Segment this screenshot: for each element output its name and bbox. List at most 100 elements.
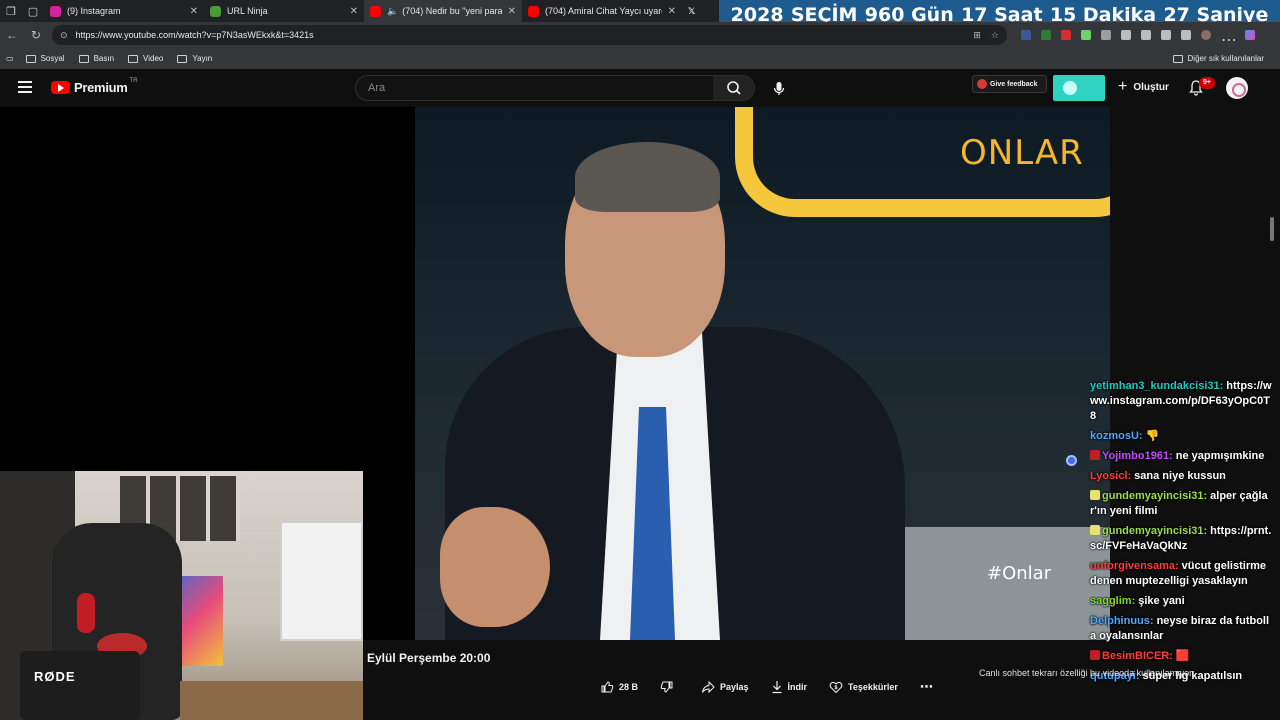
share-button[interactable]: Paylaş — [701, 680, 749, 694]
create-button[interactable]: + Oluştur — [1118, 78, 1169, 96]
more-menu-icon[interactable]: ⋯ — [1221, 30, 1237, 49]
profile-avatar-icon[interactable] — [1201, 30, 1211, 40]
chat-message: gundemyayincisi31: alper çağlar'ın yeni f… — [1087, 488, 1277, 523]
bookmark-folder-sosyal[interactable]: Sosyal — [25, 54, 65, 63]
extension-icon[interactable] — [1101, 30, 1111, 40]
search-button[interactable] — [713, 75, 755, 101]
youtube-premium-logo[interactable]: Premium TR — [51, 78, 138, 95]
reload-icon[interactable]: ↻ — [24, 28, 48, 42]
chat-author[interactable]: BesimBICER: — [1102, 650, 1173, 662]
folder-icon — [78, 54, 89, 63]
overlay-indicator-icon[interactable] — [1066, 455, 1077, 466]
presenter-hair — [575, 142, 720, 212]
browser-tab-x[interactable]: 𝕏 — [682, 0, 700, 22]
favorites-icon[interactable] — [1141, 30, 1151, 40]
url-ninja-favicon-icon — [210, 5, 221, 17]
notifications-count-badge: 9+ — [1199, 77, 1215, 89]
webcam-overlay: RØDE — [0, 471, 363, 720]
bookmark-folder-basin[interactable]: Basın — [78, 54, 114, 63]
shield-icon[interactable] — [1181, 30, 1191, 40]
chat-author[interactable]: unforgivensama: — [1090, 560, 1179, 572]
folder-icon — [128, 54, 139, 63]
youtube-favicon-icon — [528, 5, 539, 17]
collections-icon[interactable] — [1161, 30, 1171, 40]
app-install-icon[interactable]: ⊞ — [973, 30, 981, 41]
chat-author[interactable]: sagglim: — [1090, 595, 1135, 607]
extension-toggle-button[interactable] — [1053, 75, 1105, 101]
extension-icon[interactable] — [1021, 30, 1031, 40]
dislike-button[interactable] — [660, 680, 679, 694]
chat-badge-icon — [1090, 650, 1100, 660]
chat-author[interactable]: Yojimbo1961: — [1102, 450, 1173, 462]
browser-tab-youtube-2[interactable]: (704) Amiral Cihat Yaycı uyardı: T ✕ — [522, 0, 682, 22]
address-bar[interactable]: ⊙ https://www.youtube.com/watch?v=p7N3as… — [52, 25, 1007, 45]
browser-tab-youtube-active[interactable]: 🔈 (704) Nedir bu "yeni paralel ✕ — [364, 0, 522, 22]
close-tab-icon[interactable]: ✕ — [668, 6, 676, 17]
chat-message: Delphinuus: neyse biraz da futbolla oyala… — [1087, 613, 1277, 648]
extension-icon[interactable] — [1081, 30, 1091, 40]
browser-tab-url-ninja[interactable]: URL Ninja ✕ — [204, 0, 364, 22]
chat-message: yetimhan3_kundakcisi31: https://www.insta… — [1087, 378, 1277, 428]
bookmark-folder-yayin[interactable]: Yayın — [177, 54, 212, 63]
search-box — [355, 75, 714, 101]
extension-icon[interactable] — [1061, 30, 1071, 40]
folder-icon — [25, 54, 36, 63]
close-tab-icon[interactable]: ✕ — [350, 6, 358, 17]
chat-text: 👎 — [1145, 430, 1160, 442]
account-avatar[interactable] — [1226, 77, 1248, 99]
chat-author[interactable]: kozmosU: — [1090, 430, 1143, 442]
thanks-button[interactable]: $ Teşekkürler — [829, 680, 898, 694]
chat-author[interactable]: yetimhan3_kundakcisi31: — [1090, 380, 1223, 392]
download-button[interactable]: İndir — [771, 680, 807, 694]
webcam-floor — [180, 681, 363, 720]
webcam-whiteboard — [280, 521, 363, 641]
youtube-favicon-icon — [370, 5, 381, 17]
speaker-icon[interactable]: 🔈 — [387, 6, 398, 17]
share-arrow-icon — [702, 680, 715, 694]
search-input[interactable] — [368, 82, 713, 94]
chat-message: BesimBICER: 🟥 — [1087, 648, 1277, 668]
youtube-play-icon — [51, 81, 70, 94]
chat-badge-icon — [1090, 525, 1100, 535]
site-info-icon[interactable]: ⊙ — [60, 30, 68, 41]
chat-author[interactable]: gundemyayincisi31: — [1102, 490, 1207, 502]
close-tab-icon[interactable]: ✕ — [190, 6, 198, 17]
chat-message: sagglim: şike yani — [1087, 593, 1277, 613]
video-actions-bar: 28 B Paylaş İndir $ Teşekkürler ⋯ — [600, 676, 955, 698]
workspaces-icon[interactable]: ❐ — [0, 0, 22, 22]
chat-author[interactable]: Delphinuus: — [1090, 615, 1154, 627]
scrollbar-thumb[interactable] — [1270, 217, 1274, 241]
video-frame-studio-scene: ONLAR — [415, 107, 1110, 640]
page-scrollbar[interactable] — [1268, 107, 1276, 720]
chat-message: gundemyayincisi31: https://prnt.sc/FVFeHa… — [1087, 523, 1277, 558]
give-feedback-button[interactable]: Give feedback — [972, 75, 1047, 93]
extension-icon[interactable] — [1041, 30, 1051, 40]
copilot-icon[interactable] — [1245, 30, 1255, 40]
webcam-microphone-arm — [20, 651, 140, 720]
extensions-puzzle-icon[interactable] — [1121, 30, 1131, 40]
chat-author[interactable]: gundemyayincisi31: — [1102, 525, 1207, 537]
like-button[interactable]: 28 B — [600, 680, 638, 694]
favorite-star-icon[interactable]: ☆ — [991, 30, 999, 41]
other-bookmarks[interactable]: Diğer sık kullanılanlar — [1172, 54, 1264, 63]
menu-icon[interactable] — [18, 81, 32, 93]
browser-tab-instagram[interactable]: (9) Instagram ✕ — [44, 0, 204, 22]
video-date-caption: Eylül Perşembe 20:00 — [367, 651, 491, 665]
read-mode-icon[interactable]: ▭ — [6, 54, 14, 63]
x-logo-icon: 𝕏 — [688, 5, 696, 16]
neon-sign-text: ONLAR — [960, 133, 1084, 173]
video-hashtag-overlay: #Onlar — [987, 563, 1052, 584]
voice-search-button[interactable] — [767, 75, 791, 101]
tab-actions-icon[interactable]: ▢ — [22, 0, 44, 22]
more-horizontal-icon: ⋯ — [919, 679, 933, 694]
bookmarks-bar: ▭ Sosyal Basın Video Yayın Diğer sık kul… — [0, 48, 1280, 69]
more-actions-button[interactable]: ⋯ — [920, 679, 933, 695]
close-tab-icon[interactable]: ✕ — [508, 6, 516, 17]
instagram-favicon-icon — [50, 5, 61, 17]
thumbs-up-icon — [601, 681, 614, 693]
bookmark-folder-video[interactable]: Video — [128, 54, 163, 63]
super-thanks-icon: $ — [829, 681, 843, 694]
chat-replay-unavailable-note: Canlı sohbet tekrarı özelliği bu videoda… — [979, 668, 1195, 678]
chat-author[interactable]: Lyosicl: — [1090, 470, 1131, 482]
back-icon[interactable]: ← — [0, 28, 24, 42]
